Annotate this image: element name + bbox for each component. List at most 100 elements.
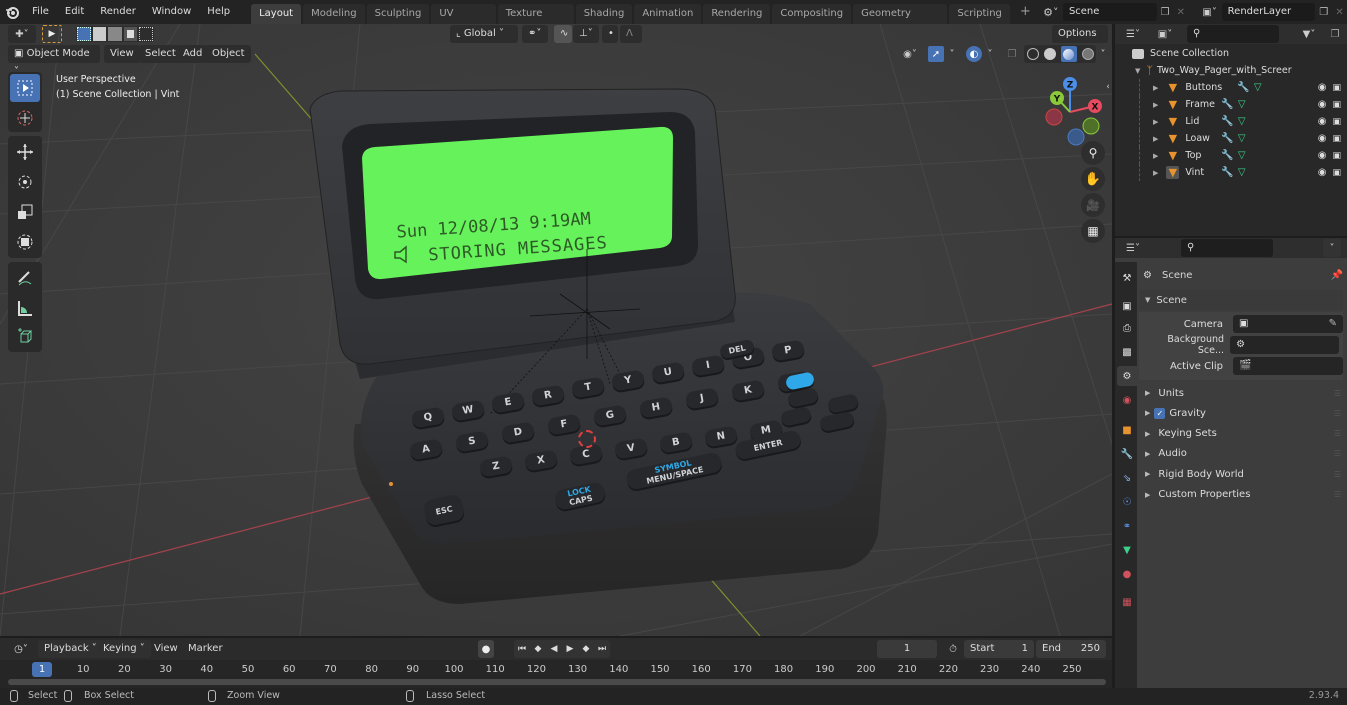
timeline-editor-type[interactable]: ◷˅ bbox=[8, 640, 34, 658]
active-clip-field[interactable]: 🎬 bbox=[1233, 357, 1343, 375]
texture-tab[interactable]: ▦ bbox=[1117, 592, 1137, 612]
properties-options-dropdown[interactable]: ˅ bbox=[1323, 239, 1341, 257]
jump-start-button[interactable]: ⏮ bbox=[514, 640, 530, 658]
render-camera-icon[interactable]: ▣ bbox=[1332, 117, 1341, 127]
menu-render[interactable]: Render bbox=[92, 0, 144, 24]
expand-arrow-icon[interactable]: ▶ bbox=[1153, 135, 1158, 143]
editor-type-icon[interactable]: ✚˅ bbox=[8, 25, 36, 43]
select-mode-extend-icon[interactable] bbox=[92, 27, 107, 41]
next-keyframe-button[interactable]: ◆ bbox=[578, 640, 594, 658]
zoom-view-button[interactable]: ⚲ bbox=[1081, 141, 1105, 165]
pivot-point-dropdown[interactable]: ⚭˅ bbox=[522, 25, 548, 43]
drag-handle-icon[interactable]: ☰ bbox=[1334, 449, 1341, 458]
pin-icon[interactable]: 📌 bbox=[1331, 270, 1343, 281]
record-button[interactable]: ● bbox=[478, 640, 494, 658]
data-tab[interactable]: ▼ bbox=[1117, 540, 1137, 560]
menu-file[interactable]: File bbox=[24, 0, 57, 24]
outliner-scene-collection[interactable]: Scene Collection bbox=[1115, 45, 1347, 62]
measure-tool[interactable] bbox=[10, 294, 40, 322]
add-cube-tool[interactable] bbox=[10, 322, 40, 350]
tab-geometry-nodes[interactable]: Geometry Nodes bbox=[853, 3, 948, 39]
mesh-data-icon[interactable]: ▽ bbox=[1238, 99, 1246, 110]
visibility-eye-icon[interactable]: ◉ bbox=[1318, 82, 1327, 93]
outliner-search[interactable]: ⚲ bbox=[1187, 25, 1279, 43]
material-preview-shading-icon[interactable] bbox=[1060, 46, 1077, 62]
play-button[interactable]: ▶ bbox=[562, 640, 578, 658]
scene-name-field[interactable]: Scene bbox=[1062, 3, 1157, 21]
modifier-icon[interactable]: 🔧 bbox=[1221, 133, 1233, 144]
viewport-menu-add[interactable]: Add bbox=[177, 45, 209, 63]
select-mode-buttons[interactable] bbox=[76, 26, 154, 42]
render-tab[interactable]: ▣ bbox=[1117, 296, 1137, 316]
scale-tool[interactable] bbox=[10, 198, 40, 226]
drag-handle-icon[interactable]: ☰ bbox=[1334, 429, 1341, 438]
proportional-falloff-dropdown[interactable]: Λ bbox=[620, 25, 642, 43]
expand-arrow-icon[interactable]: ▶ bbox=[1153, 84, 1158, 92]
object-mode-dropdown[interactable]: ▣ Object Mode ˅ bbox=[8, 45, 100, 77]
shading-mode-buttons[interactable] bbox=[1024, 45, 1096, 63]
menu-window[interactable]: Window bbox=[144, 0, 199, 24]
select-mode-subtract-icon[interactable] bbox=[108, 27, 122, 41]
start-frame-field[interactable]: Start 1 bbox=[964, 640, 1034, 658]
sidebar-toggle-icon[interactable]: ‹ bbox=[1104, 80, 1112, 94]
render-layer-icon[interactable]: ▣˅ bbox=[1198, 7, 1222, 18]
delete-render-layer-icon[interactable]: ✕ bbox=[1332, 7, 1347, 18]
scene-tab[interactable]: ⚙ bbox=[1117, 366, 1137, 386]
drag-handle-icon[interactable]: ☰ bbox=[1334, 389, 1341, 398]
rotate-tool[interactable] bbox=[10, 168, 40, 196]
prev-keyframe-button[interactable]: ◆ bbox=[530, 640, 546, 658]
outliner-object-row[interactable]: ▶ ▼ Top 🔧 ▽ ◉ ▣ bbox=[1115, 147, 1347, 164]
tab-modeling[interactable]: Modeling bbox=[303, 3, 365, 24]
new-scene-icon[interactable]: ❐ bbox=[1157, 7, 1174, 18]
drag-handle-icon[interactable]: ☰ bbox=[1334, 409, 1341, 418]
annotate-tool[interactable] bbox=[10, 264, 40, 292]
visibility-eye-icon[interactable]: ◉ bbox=[1318, 167, 1327, 178]
render-layer-field[interactable]: RenderLayer bbox=[1221, 3, 1316, 21]
delete-scene-icon[interactable]: ✕ bbox=[1173, 7, 1188, 18]
overlays-dropdown[interactable]: ˅ bbox=[983, 45, 997, 63]
panel-gravity[interactable]: ▶ ✓ Gravity ☰ bbox=[1139, 404, 1343, 422]
scene-panel-header[interactable]: ▼ Scene bbox=[1139, 290, 1343, 310]
visibility-eye-icon[interactable]: ◉ bbox=[1318, 116, 1327, 127]
render-camera-icon[interactable]: ▣ bbox=[1332, 134, 1341, 144]
render-camera-icon[interactable]: ▣ bbox=[1332, 151, 1341, 161]
viewport-menu-object[interactable]: Object bbox=[206, 45, 251, 63]
solid-shading-icon[interactable] bbox=[1043, 48, 1056, 60]
physics-tab[interactable]: ☉ bbox=[1117, 492, 1137, 512]
properties-search[interactable]: ⚲ bbox=[1181, 239, 1273, 257]
outliner-object-row[interactable]: ▶ ▼ Lid 🔧 ▽ ◉ ▣ bbox=[1115, 113, 1347, 130]
select-box-tool[interactable] bbox=[10, 74, 40, 102]
view-layer-tab[interactable]: ▩ bbox=[1117, 342, 1137, 362]
camera-field[interactable]: ▣ ✎ bbox=[1233, 315, 1343, 333]
collapse-arrow-icon[interactable]: ▼ bbox=[1135, 67, 1140, 75]
select-mode-intersect-icon[interactable] bbox=[139, 27, 153, 41]
outliner-object-row[interactable]: ▶ ▼ Buttons 🔧 ▽ ◉ ▣ bbox=[1115, 79, 1347, 96]
pan-view-button[interactable]: ✋ bbox=[1081, 167, 1105, 191]
panel-rigid-body-world[interactable]: ▶ Rigid Body World ☰ bbox=[1139, 465, 1343, 483]
playhead[interactable]: 1 bbox=[32, 662, 52, 677]
expand-arrow-icon[interactable]: ▶ bbox=[1153, 118, 1158, 126]
snap-target-dropdown[interactable]: ⊥˅ bbox=[573, 25, 599, 43]
select-mode-invert-icon[interactable] bbox=[123, 27, 138, 41]
transform-orientation-dropdown[interactable]: ⌞ Global ˅ bbox=[450, 25, 518, 43]
outliner-editor-type[interactable]: ☰˅ bbox=[1121, 25, 1145, 43]
outliner-object-row[interactable]: ▶ ▼ Vint 🔧 ▽ ◉ ▣ bbox=[1115, 164, 1347, 181]
outliner-collection-row[interactable]: ▼ ᛉ Two_Way_Pager_with_Screer bbox=[1115, 62, 1347, 79]
playback-menu[interactable]: Playback ˅ bbox=[38, 640, 103, 658]
panel-audio[interactable]: ▶ Audio ☰ bbox=[1139, 445, 1343, 463]
transform-tool[interactable] bbox=[10, 228, 40, 256]
perspective-toggle-button[interactable]: ▦ bbox=[1081, 219, 1105, 243]
blender-logo-icon[interactable] bbox=[0, 0, 24, 24]
panel-custom-properties[interactable]: ▶ Custom Properties ☰ bbox=[1139, 486, 1343, 504]
new-render-layer-icon[interactable]: ❐ bbox=[1315, 7, 1332, 18]
modifier-icon[interactable]: 🔧 bbox=[1221, 150, 1233, 161]
3d-cursor[interactable] bbox=[578, 430, 596, 448]
pager-model[interactable]: Sun 12/08/13 9:19AM STORING MESSAGES bbox=[300, 64, 900, 604]
tab-texture-paint[interactable]: Texture Paint bbox=[497, 3, 574, 39]
expand-arrow-icon[interactable]: ▶ bbox=[1153, 152, 1158, 160]
mesh-data-icon[interactable]: ▽ bbox=[1238, 167, 1246, 178]
marker-menu[interactable]: Marker bbox=[182, 640, 229, 658]
outliner-object-row[interactable]: ▶ ▼ Frame 🔧 ▽ ◉ ▣ bbox=[1115, 96, 1347, 113]
render-camera-icon[interactable]: ▣ bbox=[1332, 83, 1341, 93]
tab-sculpting[interactable]: Sculpting bbox=[366, 3, 430, 24]
